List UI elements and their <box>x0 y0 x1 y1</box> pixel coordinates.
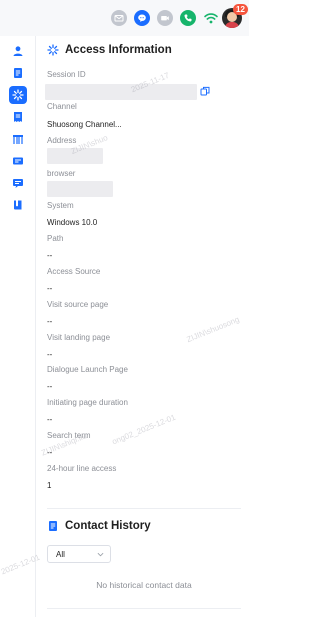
store-icon[interactable] <box>9 130 27 148</box>
field-value-path: -- <box>47 251 53 260</box>
chevron-down-icon <box>97 552 104 557</box>
video-icon[interactable] <box>157 10 173 26</box>
redacted-address <box>47 148 103 164</box>
field-label-path: Path <box>47 234 64 243</box>
field-label-access-source: Access Source <box>47 267 101 276</box>
section-title: Contact History <box>65 520 151 532</box>
field-label-system: System <box>47 201 74 210</box>
field-label-channel: Channel <box>47 102 77 111</box>
field-label-visit-source-page: Visit source page <box>47 300 109 309</box>
receipt-icon[interactable] <box>9 108 27 126</box>
empty-state: No historical contact data <box>96 580 192 590</box>
history-filter-value: All <box>56 549 65 559</box>
field-label-initiating-page-duration: Initiating page duration <box>47 398 128 407</box>
field-value-channel: Shuosong Channel... <box>47 120 122 129</box>
mail-icon[interactable] <box>111 10 127 26</box>
field-value-access-source: -- <box>47 284 53 293</box>
field-label-visit-landing-page: Visit landing page <box>47 333 111 342</box>
field-value-search-term: -- <box>47 448 53 457</box>
redacted-session-id <box>45 84 197 100</box>
phone-icon[interactable] <box>180 10 196 26</box>
access-info-icon[interactable] <box>9 86 27 104</box>
message-card-icon[interactable] <box>9 174 27 192</box>
field-label-24-hour-line-access: 24-hour line access <box>47 464 117 473</box>
field-value-visit-source-page: -- <box>47 317 53 326</box>
field-value-24-hour-line-access: 1 <box>47 481 52 490</box>
book-icon[interactable] <box>9 196 27 214</box>
notification-badge: 12 <box>233 4 248 15</box>
section-divider <box>47 508 241 509</box>
wifi-icon <box>204 13 218 24</box>
field-value-dialogue-launch-page: -- <box>47 382 53 391</box>
contact-history-header: Contact History <box>47 520 151 532</box>
field-label-dialogue-launch-page: Dialogue Launch Page <box>47 365 128 374</box>
section-title: Access Information <box>65 44 172 56</box>
redacted-browser <box>47 181 113 197</box>
field-label-address: Address <box>47 136 77 145</box>
history-filter-select[interactable]: All <box>47 545 111 563</box>
field-value-initiating-page-duration: -- <box>47 415 53 424</box>
chat-icon[interactable] <box>134 10 150 26</box>
bottom-divider <box>47 608 241 609</box>
note-icon[interactable] <box>9 64 27 82</box>
user-icon[interactable] <box>9 42 27 60</box>
field-label-search-term: Search term <box>47 431 91 440</box>
access-info-header: Access Information <box>47 44 172 56</box>
top-bar: 12 <box>0 0 249 36</box>
main-panel: Access Information Session ID Channel Sh… <box>37 36 249 617</box>
copy-icon[interactable] <box>200 86 210 96</box>
access-info-icon <box>47 44 59 56</box>
contact-history-icon <box>49 521 57 531</box>
ticket-icon[interactable] <box>9 152 27 170</box>
field-value-system: Windows 10.0 <box>47 218 98 227</box>
field-label-session-id: Session ID <box>47 70 86 79</box>
side-rail <box>0 36 36 617</box>
field-value-visit-landing-page: -- <box>47 350 53 359</box>
field-label-browser: browser <box>47 169 76 178</box>
